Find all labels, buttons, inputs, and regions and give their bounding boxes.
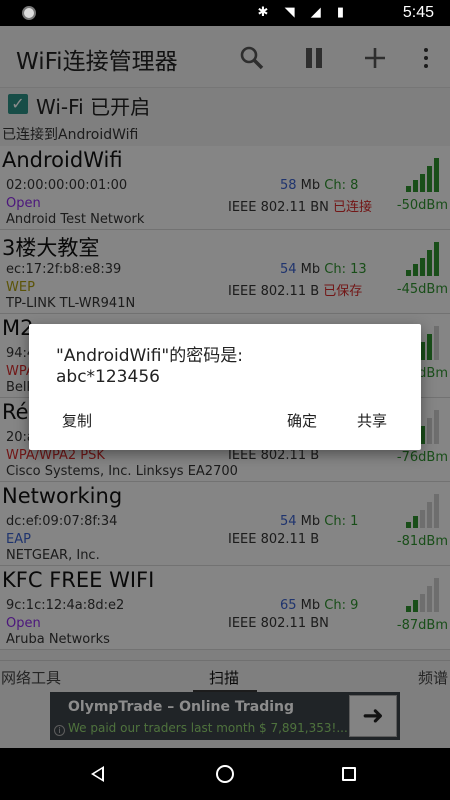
ok-button[interactable]: 确定 xyxy=(287,410,317,431)
password-dialog: "AndroidWifi"的密码是: abc*123456 复制 确定 共享 xyxy=(29,324,421,450)
clock: 5:45 xyxy=(402,4,434,21)
status-icons: ✱ ◥ ◢ ▮ xyxy=(257,5,350,20)
dialog-message: "AndroidWifi"的密码是: abc*123456 xyxy=(56,346,243,388)
navigation-bar xyxy=(0,748,450,800)
recents-icon[interactable] xyxy=(342,767,356,781)
dialog-message-line1: "AndroidWifi"的密码是: xyxy=(56,346,243,366)
back-icon-inner xyxy=(94,769,102,779)
share-button[interactable]: 共享 xyxy=(357,410,387,431)
home-icon[interactable] xyxy=(216,765,234,783)
status-bar: ✱ ◥ ◢ ▮ 5:45 xyxy=(0,0,450,26)
copy-button[interactable]: 复制 xyxy=(62,410,92,431)
notification-dot-icon xyxy=(22,6,36,20)
dialog-password: abc*123456 xyxy=(56,367,160,387)
